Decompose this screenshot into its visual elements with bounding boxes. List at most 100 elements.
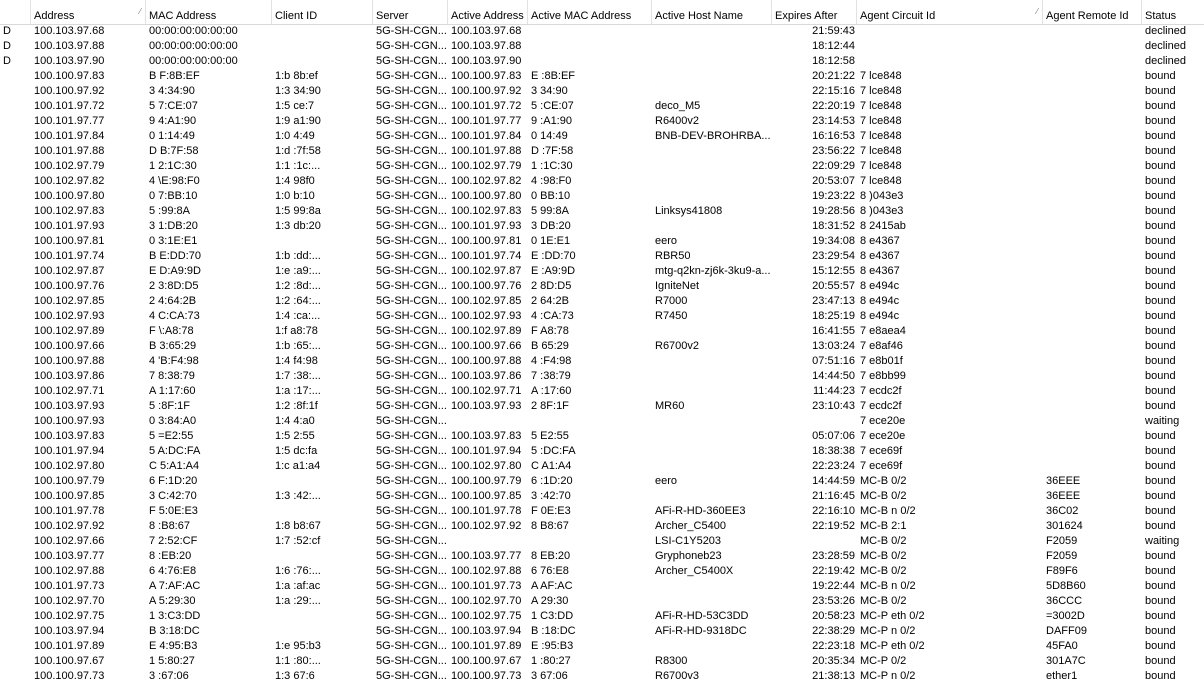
cell-active-mac: E :A9:9D	[531, 265, 576, 277]
header-expires-after[interactable]: Expires After	[772, 0, 857, 24]
cell-active-address: 100.103.97.77	[451, 550, 522, 562]
header-mac-address[interactable]: MAC Address	[146, 0, 272, 24]
table-row[interactable]: D 100.103.97.88 00:00:00:00:00:00 5G-SH-CGN…	[0, 39, 1204, 54]
header-active-address[interactable]: Active Address	[448, 0, 528, 24]
header-flag[interactable]	[0, 0, 31, 24]
cell-circuit: 7 ece69f	[860, 445, 903, 457]
cell-address: 100.102.97.83	[34, 205, 105, 217]
cell-circuit: 7 e8bb99	[860, 370, 906, 382]
table-row[interactable]: 100.102.97.88 6 4:76:E8 1:6 :76:... 5G-SH-C…	[0, 564, 1204, 579]
cell-address: 100.100.97.67	[34, 655, 105, 667]
table-row[interactable]: 100.103.97.93 5 :8F:1F 1:2 :8f:1f 5G-SH-CGN…	[0, 399, 1204, 414]
cell-remote	[1043, 114, 1142, 129]
cell-address: 100.100.97.66	[34, 340, 105, 352]
table-row[interactable]: 100.102.97.85 2 4:64:2B 1:2 :64:... 5G-SH-C…	[0, 294, 1204, 309]
table-row[interactable]: 100.100.97.88 4 'B:F4:98 1:4 f4:98 5G-SH-CG…	[0, 354, 1204, 369]
cell-remote	[1043, 309, 1142, 324]
table-row[interactable]: 100.102.97.80 C 5:A1:A4 1:c a1:a4 5G-SH-CGN…	[0, 459, 1204, 474]
cell-active-address: 100.100.97.66	[451, 340, 522, 352]
table-row[interactable]: 100.100.97.83 B F:8B:EF 1:b 8b:ef 5G-SH-CGN…	[0, 69, 1204, 84]
cell-circuit: MC-B n 0/2	[860, 505, 916, 517]
cell-address: 100.102.97.92	[34, 520, 105, 532]
cell-server: 5G-SH-CGN...	[376, 85, 447, 97]
table-row[interactable]: 100.100.97.76 2 3:8D:D5 1:2 :8d:... 5G-SH-C…	[0, 279, 1204, 294]
header-status[interactable]: Status	[1142, 0, 1204, 24]
table-row[interactable]: 100.100.97.73 3 :67:06 1:3 67:6 5G-SH-CGN..…	[0, 669, 1204, 684]
table-row[interactable]: 100.102.97.82 4 \E:98:F0 1:4 98f0 5G-SH-CGN…	[0, 174, 1204, 189]
table-row[interactable]: 100.101.97.84 0 1:14:49 1:0 4:49 5G-SH-CGN.…	[0, 129, 1204, 144]
header-active-host-name[interactable]: Active Host Name	[652, 0, 772, 24]
table-row[interactable]: 100.102.97.71 A 1:17:60 1:a :17:... 5G-SH-C…	[0, 384, 1204, 399]
table-row[interactable]: 100.100.97.93 0 3:84:A0 1:4 4:a0 5G-SH-CGN.…	[0, 414, 1204, 429]
header-server[interactable]: Server	[373, 0, 448, 24]
cell-flag	[0, 264, 31, 279]
table-row[interactable]: 100.103.97.86 7 8:38:79 1:7 :38:... 5G-SH-C…	[0, 369, 1204, 384]
table-row[interactable]: D 100.103.97.68 00:00:00:00:00:00 5G-SH-CGN…	[0, 24, 1204, 39]
cell-status: bound	[1145, 310, 1176, 322]
table-row[interactable]: 100.101.97.78 F 5:0E:E3 5G-SH-CGN... 100.10…	[0, 504, 1204, 519]
header-client-id[interactable]: Client ID	[272, 0, 373, 24]
cell-active-address: 100.102.97.89	[451, 325, 522, 337]
cell-active-address: 100.103.97.68	[451, 25, 522, 37]
cell-expires: 20:21:22	[812, 70, 855, 82]
cell-active-mac: 3 :42:70	[531, 490, 571, 502]
table-row[interactable]: 100.102.97.89 F \:A8:78 1:f a8:78 5G-SH-CGN…	[0, 324, 1204, 339]
cell-active-host: LSI-C1Y5203	[655, 535, 722, 547]
cell-flag: D	[3, 55, 11, 67]
table-row[interactable]: 100.103.97.94 B 3:18:DC 5G-SH-CGN... 100.10…	[0, 624, 1204, 639]
cell-flag	[0, 594, 31, 609]
table-row[interactable]: D 100.103.97.90 00:00:00:00:00:00 5G-SH-CGN…	[0, 54, 1204, 69]
cell-client-id: 1:b :dd:...	[275, 250, 321, 262]
cell-server: 5G-SH-CGN...	[376, 70, 447, 82]
cell-address: 100.103.97.90	[34, 55, 105, 67]
table-row[interactable]: 100.100.97.92 3 4:34:90 1:3 34:90 5G-SH-CGN…	[0, 84, 1204, 99]
cell-active-address: 100.103.97.94	[451, 625, 522, 637]
table-row[interactable]: 100.102.97.70 A 5:29:30 1:a :29:... 5G-SH-C…	[0, 594, 1204, 609]
table-row[interactable]: 100.101.97.89 E 4:95:B3 1:e 95:b3 5G-SH-CGN…	[0, 639, 1204, 654]
table-row[interactable]: 100.102.97.75 1 3:C3:DD 5G-SH-CGN... 100.10…	[0, 609, 1204, 624]
table-row[interactable]: 100.101.97.94 5 A:DC:FA 1:5 dc:fa 5G-SH-CGN…	[0, 444, 1204, 459]
header-address[interactable]: Address ⁄	[31, 0, 146, 24]
table-row[interactable]: 100.101.97.88 D B:7F:58 1:d :7f:58 5G-SH-CG…	[0, 144, 1204, 159]
cell-client-id: 1:2 :8f:1f	[275, 400, 318, 412]
cell-address: 100.100.97.88	[34, 355, 105, 367]
cell-mac: 1 3:C3:DD	[149, 610, 201, 622]
table-row[interactable]: 100.100.97.81 0 3:1E:E1 5G-SH-CGN... 100.10…	[0, 234, 1204, 249]
table-row[interactable]: 100.100.97.67 1 5:80:27 1:1 :80:... 5G-SH-C…	[0, 654, 1204, 669]
cell-circuit: MC-B 0/2	[860, 595, 907, 607]
table-row[interactable]: 100.101.97.72 5 7:CE:07 1:5 ce:7 5G-SH-CGN.…	[0, 99, 1204, 114]
table-row[interactable]: 100.103.97.77 8 :EB:20 5G-SH-CGN... 100.103…	[0, 549, 1204, 564]
table-row[interactable]: 100.100.97.66 B 3:65:29 1:b :65:... 5G-SH-C…	[0, 339, 1204, 354]
cell-active-mac	[528, 39, 652, 54]
cell-active-host	[652, 84, 772, 99]
cell-remote: F2059	[1046, 535, 1078, 547]
cell-status: bound	[1145, 385, 1176, 397]
cell-circuit: 7 ece20e	[860, 415, 906, 427]
table-row[interactable]: 100.102.97.87 E D:A9:9D 1:e :a9:... 5G-SH-C…	[0, 264, 1204, 279]
header-agent-remote-id[interactable]: Agent Remote Id	[1043, 0, 1142, 24]
cell-expires: 21:16:45	[812, 490, 855, 502]
table-row[interactable]: 100.103.97.83 5 =E2:55 1:5 2:55 5G-SH-CGN..…	[0, 429, 1204, 444]
table-row[interactable]: 100.100.97.80 0 7:BB:10 1:0 b:10 5G-SH-CGN.…	[0, 189, 1204, 204]
cell-address: 100.102.97.79	[34, 160, 105, 172]
cell-active-mac: 5 E2:55	[531, 430, 569, 442]
table-row[interactable]: 100.100.97.79 6 F:1D:20 5G-SH-CGN... 100.10…	[0, 474, 1204, 489]
cell-active-mac: 3 DB:20	[531, 220, 571, 232]
table-row[interactable]: 100.101.97.73 A 7:AF:AC 1:a :af:ac 5G-SH-CG…	[0, 579, 1204, 594]
header-active-mac-address[interactable]: Active MAC Address	[528, 0, 652, 24]
cell-active-address: 100.100.97.83	[451, 70, 522, 82]
cell-address: 100.101.97.93	[34, 220, 105, 232]
table-row[interactable]: 100.102.97.66 7 2:52:CF 1:7 :52:cf 5G-SH-CG…	[0, 534, 1204, 549]
cell-active-mac: B :18:DC	[531, 625, 576, 637]
table-row[interactable]: 100.102.97.83 5 :99:8A 1:5 99:8a 5G-SH-CGN.…	[0, 204, 1204, 219]
cell-status: bound	[1145, 475, 1176, 487]
table-row[interactable]: 100.101.97.74 B E:DD:70 1:b :dd:... 5G-SH-C…	[0, 249, 1204, 264]
cell-flag	[0, 114, 31, 129]
table-row[interactable]: 100.102.97.93 4 C:CA:73 1:4 :ca:... 5G-SH-C…	[0, 309, 1204, 324]
table-row[interactable]: 100.101.97.93 3 1:DB:20 1:3 db:20 5G-SH-CGN…	[0, 219, 1204, 234]
table-row[interactable]: 100.102.97.92 8 :B8:67 1:8 b8:67 5G-SH-CGN.…	[0, 519, 1204, 534]
header-agent-circuit-id[interactable]: Agent Circuit Id ⁄	[857, 0, 1043, 24]
table-row[interactable]: 100.102.97.79 1 2:1C:30 1:1 :1c:... 5G-SH-C…	[0, 159, 1204, 174]
table-row[interactable]: 100.101.97.77 9 4:A1:90 1:9 a1:90 5G-SH-CGN…	[0, 114, 1204, 129]
table-row[interactable]: 100.100.97.85 3 C:42:70 1:3 :42:... 5G-SH-C…	[0, 489, 1204, 504]
